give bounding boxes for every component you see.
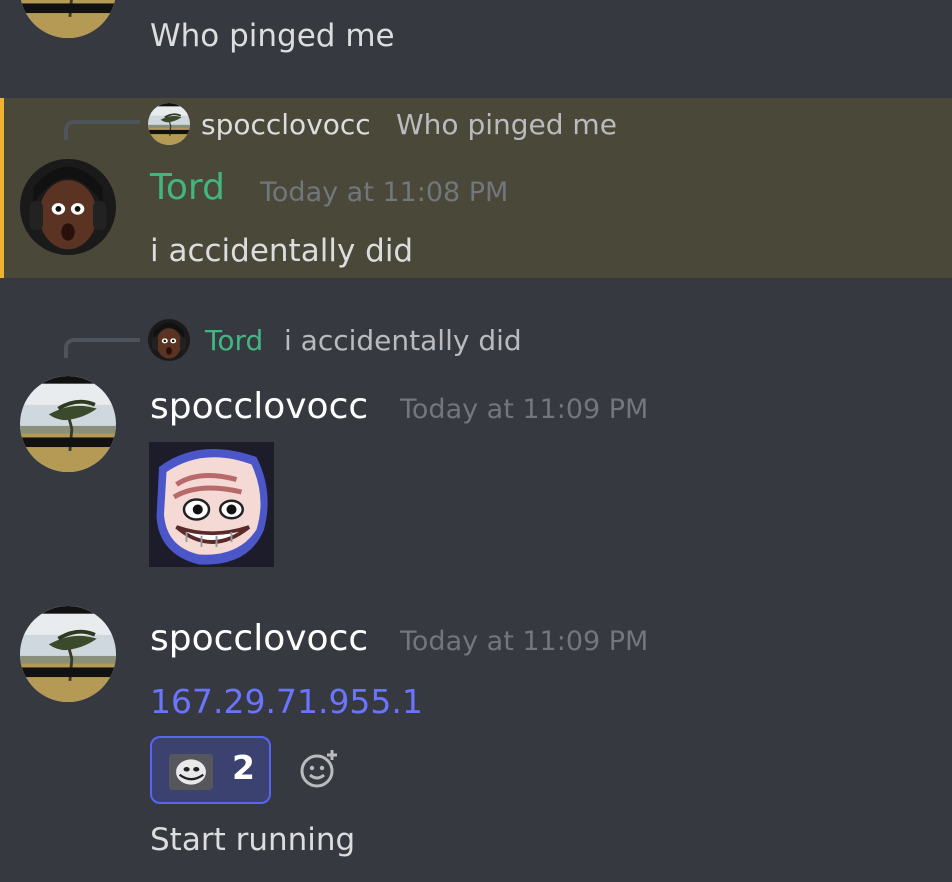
- trollface-icon: [148, 442, 275, 567]
- windswept-tree-icon: [20, 376, 116, 472]
- author-tord[interactable]: Tord: [150, 167, 225, 208]
- timestamp-spocclovocc: Today at 11:09 PM: [400, 394, 649, 425]
- reply-author-spocclovocc[interactable]: spocclovocc: [201, 108, 371, 141]
- message-text-start-running: Start running: [150, 822, 356, 858]
- avatar-spocclovocc-2[interactable]: [20, 606, 116, 702]
- surprised-face-icon: [20, 159, 116, 255]
- windswept-tree-icon: [148, 103, 190, 145]
- trollface-emoji-image[interactable]: [148, 442, 275, 567]
- message-text-tord: i accidentally did: [150, 233, 414, 269]
- reaction-button[interactable]: 2: [150, 736, 271, 804]
- trollface-reaction-icon: [169, 754, 213, 790]
- chat-view: Who pinged me spocclovocc Who pinged me …: [0, 0, 952, 882]
- reply-spine: [64, 120, 140, 140]
- windswept-tree-icon: [20, 0, 116, 38]
- reply-text[interactable]: i accidentally did: [284, 324, 522, 357]
- reply-author-tord[interactable]: Tord: [205, 324, 263, 357]
- avatar-tord[interactable]: [20, 159, 116, 255]
- message-text-top: Who pinged me: [150, 18, 395, 54]
- reply-spine: [64, 338, 140, 358]
- message-link[interactable]: 167.29.71.955.1: [150, 682, 423, 721]
- timestamp-spocclovocc-2: Today at 11:09 PM: [400, 626, 649, 657]
- reply-text[interactable]: Who pinged me: [396, 108, 617, 141]
- timestamp-tord: Today at 11:08 PM: [260, 177, 509, 208]
- avatar-spocclovocc[interactable]: [20, 376, 116, 472]
- author-spocclovocc-2[interactable]: spocclovocc: [150, 618, 368, 659]
- author-spocclovocc[interactable]: spocclovocc: [150, 386, 368, 427]
- avatar-spocclovocc-top[interactable]: [20, 0, 116, 38]
- add-reaction-icon[interactable]: [298, 748, 340, 790]
- surprised-face-icon: [148, 319, 190, 361]
- windswept-tree-icon: [20, 606, 116, 702]
- reaction-count: 2: [232, 748, 255, 787]
- reply-avatar-tord[interactable]: [148, 319, 190, 361]
- reply-avatar-spocclovocc[interactable]: [148, 103, 190, 145]
